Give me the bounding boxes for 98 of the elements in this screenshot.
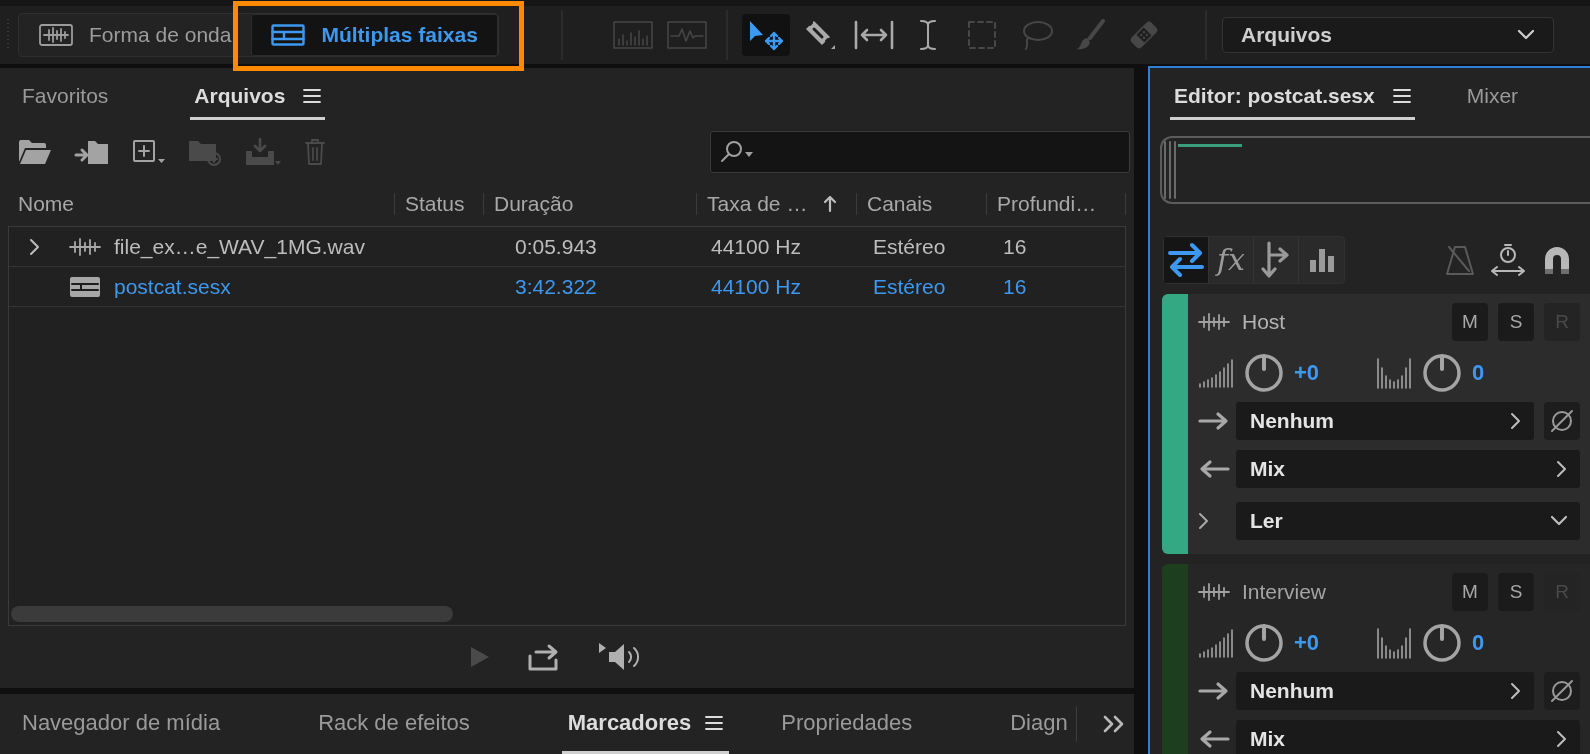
column-header[interactable]: Canais xyxy=(857,184,987,224)
chevron-down-icon xyxy=(1550,515,1568,527)
panel-tab[interactable]: Marcadores xyxy=(561,694,730,754)
column-header[interactable]: Profundi… xyxy=(987,184,1126,224)
chevron-right-icon xyxy=(1510,412,1522,430)
output-dropdown[interactable]: Mix xyxy=(1236,720,1580,754)
track-toggle-button[interactable]: S xyxy=(1498,573,1534,611)
pan-knob[interactable] xyxy=(1422,353,1462,393)
arrow-left-icon xyxy=(1198,459,1230,479)
file-name[interactable]: file_ex…e_WAV_1MG.wav xyxy=(114,234,365,259)
pan-bars-icon xyxy=(1376,357,1412,389)
input-dropdown[interactable]: Nenhum xyxy=(1236,672,1534,710)
clip-range-line xyxy=(1178,144,1242,147)
phase-invert-button[interactable] xyxy=(1544,672,1580,710)
volume-bars-icon xyxy=(1198,628,1234,658)
duration-cell-text: 0:05.943 xyxy=(514,234,597,259)
waveform-icon xyxy=(1198,582,1230,602)
chevron-down-icon xyxy=(1517,29,1535,41)
waveform-icon xyxy=(1198,312,1230,332)
slashed-circle-icon xyxy=(1549,678,1575,704)
panel-tab[interactable]: Arquivos xyxy=(190,68,326,120)
volume-bars-icon xyxy=(1198,358,1234,388)
track-toggle-button[interactable]: S xyxy=(1498,303,1534,341)
i-beam-icon xyxy=(917,19,938,51)
sample-rate-cell-text: 44100 Hz xyxy=(710,274,801,299)
track-name: Interview xyxy=(1242,580,1327,604)
workspace-tab[interactable]: Forma de onda xyxy=(19,14,252,56)
volume-value: +0 xyxy=(1294,360,1320,386)
arrow-left-icon xyxy=(1198,729,1230,749)
waveform-view-icon xyxy=(666,21,707,49)
phase-invert-button[interactable] xyxy=(1544,402,1580,440)
slashed-circle-icon xyxy=(1549,408,1575,434)
plus-square-icon[interactable] xyxy=(132,139,166,165)
menu-icon[interactable] xyxy=(1392,87,1411,104)
column-header[interactable]: Nome xyxy=(8,184,395,224)
stopwatch-arrows-icon[interactable] xyxy=(1490,243,1526,277)
workspace-dropdown[interactable]: Arquivos xyxy=(1222,17,1554,53)
pointer-move-icon xyxy=(747,19,784,51)
automation-dropdown[interactable]: Ler xyxy=(1236,502,1580,540)
arrow-right-icon xyxy=(1198,681,1230,701)
track-toggle-button[interactable]: M xyxy=(1452,303,1488,341)
double-chevron-icon[interactable] xyxy=(1102,714,1126,734)
sort-arrow-icon xyxy=(823,195,837,213)
pan-knob[interactable] xyxy=(1422,623,1462,663)
expand-chevron-icon[interactable] xyxy=(1198,512,1210,530)
magnet-icon[interactable] xyxy=(1542,245,1572,275)
column-header[interactable]: Taxa de … xyxy=(697,184,857,224)
marquee-icon xyxy=(966,20,997,50)
io-view-button[interactable] xyxy=(1164,237,1209,283)
arrow-right-icon xyxy=(1198,411,1230,431)
folder-open-icon[interactable] xyxy=(18,138,52,166)
panel-tab[interactable]: Navegador de mídia xyxy=(16,694,227,754)
panel-tab[interactable]: Favoritos xyxy=(18,68,113,120)
move-tool-button[interactable] xyxy=(741,14,790,56)
sample-rate-cell-text: 44100 Hz xyxy=(710,234,801,259)
loop-icon[interactable] xyxy=(527,642,561,672)
panel-tab[interactable]: Editor: postcat.sesx xyxy=(1170,68,1415,120)
bit-depth-cell-text: 16 xyxy=(1002,274,1027,299)
menu-icon[interactable] xyxy=(705,714,724,731)
track-name: Host xyxy=(1242,310,1286,334)
menu-icon[interactable] xyxy=(303,87,322,104)
spectrogram-icon xyxy=(612,21,653,49)
waveform-icon xyxy=(39,24,73,46)
slip-arrows-icon xyxy=(853,20,894,50)
channels-cell-text: Estéreo xyxy=(872,274,946,299)
chevron-right-icon xyxy=(1556,730,1568,748)
chevron-right-icon xyxy=(1556,460,1568,478)
panel-tab[interactable]: Rack de efeitos xyxy=(312,694,476,754)
file-name[interactable]: postcat.sesx xyxy=(114,274,231,299)
branch-arrows-icon xyxy=(1260,241,1292,279)
panel-tab[interactable]: Mixer xyxy=(1462,68,1523,120)
column-header[interactable]: Duração xyxy=(484,184,697,224)
input-dropdown[interactable]: Nenhum xyxy=(1236,402,1534,440)
panel-tab[interactable]: Propriedades xyxy=(775,694,919,754)
range-handle[interactable] xyxy=(1162,138,1178,202)
column-header[interactable]: Status xyxy=(395,184,484,224)
horizontal-scrollbar[interactable] xyxy=(11,606,453,622)
waveform-icon xyxy=(69,236,101,257)
panel-tab[interactable]: Diagn xyxy=(1004,694,1074,754)
bit-depth-cell-text: 16 xyxy=(1002,234,1027,259)
pan-bars-icon xyxy=(1376,627,1412,659)
volume-value: +0 xyxy=(1294,630,1320,656)
volume-knob[interactable] xyxy=(1244,623,1284,663)
track-toggle-button[interactable]: M xyxy=(1452,573,1488,611)
duration-cell-text: 3:42.322 xyxy=(514,274,597,299)
chevron-right-icon xyxy=(1510,682,1522,700)
multitrack-icon xyxy=(69,275,101,298)
channels-cell-text: Estéreo xyxy=(872,234,946,259)
workspace-tab[interactable]: Múltiplas faixas xyxy=(251,14,498,56)
multitrack-icon xyxy=(271,24,306,46)
volume-knob[interactable] xyxy=(1244,353,1284,393)
search-field[interactable] xyxy=(710,131,1130,173)
pan-value: 0 xyxy=(1472,360,1485,386)
swap-arrows-icon xyxy=(1166,240,1206,280)
expand-chevron-icon[interactable] xyxy=(29,237,41,256)
pan-value: 0 xyxy=(1472,630,1485,656)
output-dropdown[interactable]: Mix xyxy=(1236,450,1580,488)
bar-chart-icon xyxy=(1308,247,1335,273)
